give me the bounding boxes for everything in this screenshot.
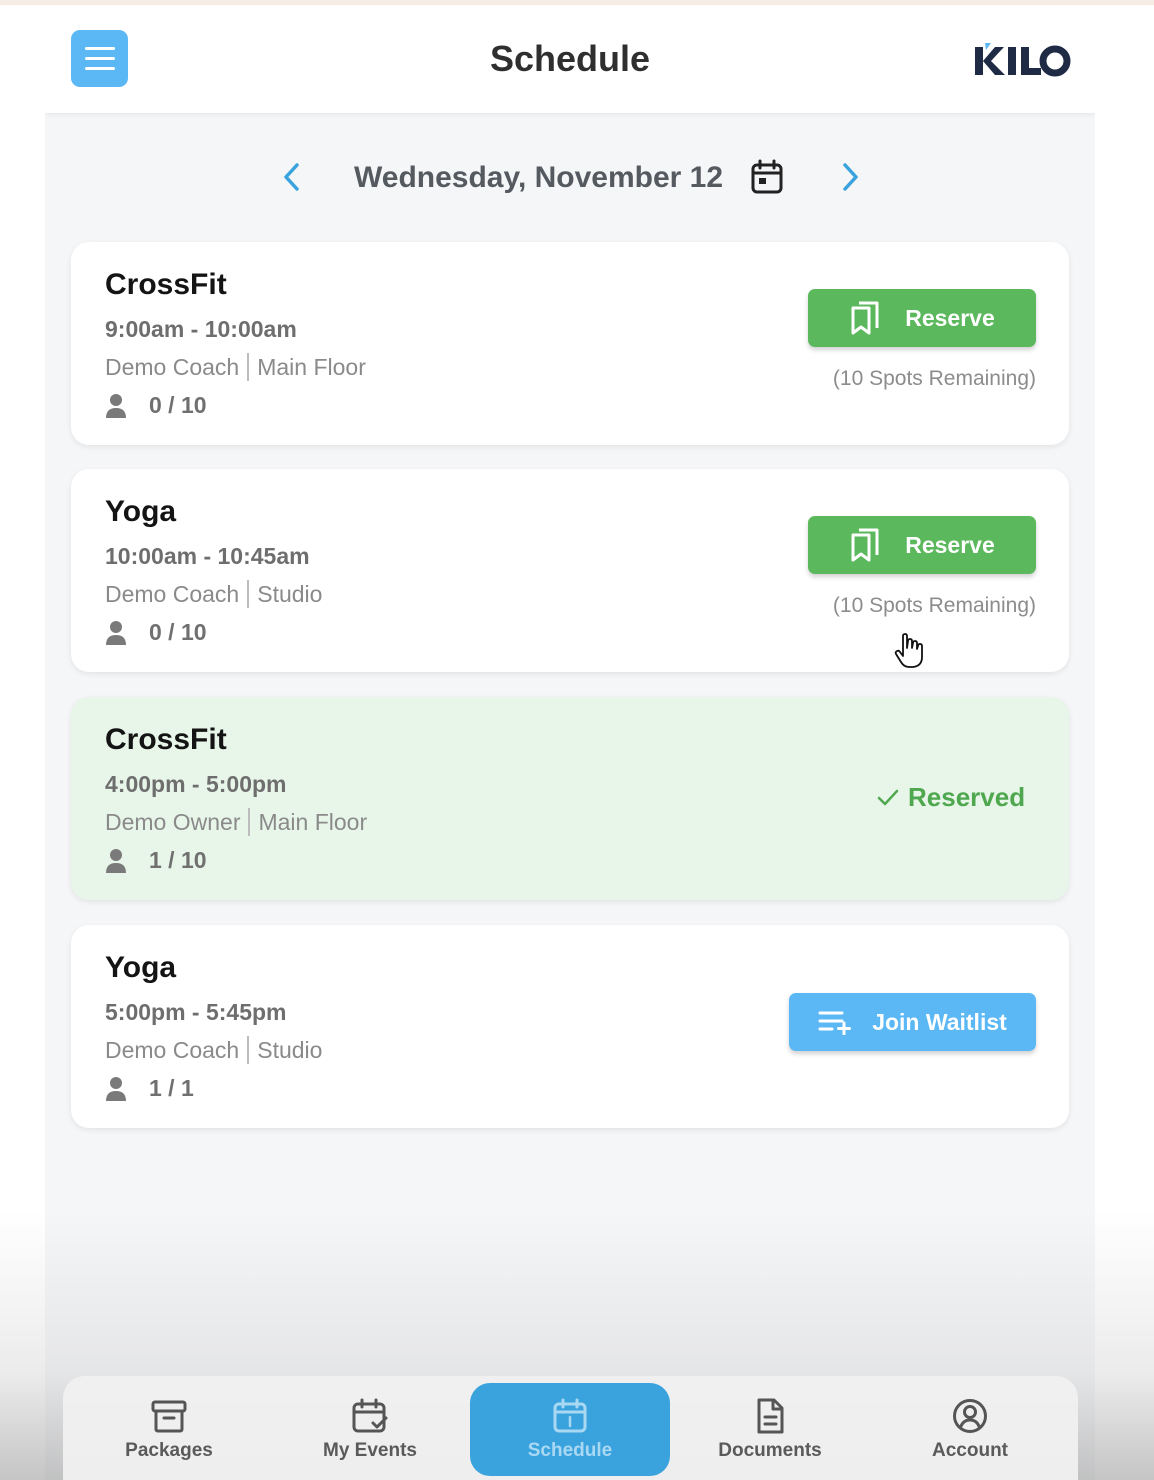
tab-account[interactable]: Account <box>870 1383 1070 1476</box>
class-card-reserved[interactable]: CrossFit 4:00pm - 5:00pm Demo Owner Main … <box>71 697 1069 900</box>
attendance-value: 0 / 10 <box>149 619 207 645</box>
date-navigator: Wednesday, November 12 <box>45 153 1095 203</box>
class-location: Main Floor <box>258 809 368 835</box>
class-coach: Demo Coach <box>105 581 240 607</box>
divider <box>247 353 250 381</box>
app-header: Schedule <box>45 5 1095 113</box>
kilo-logo <box>973 41 1071 86</box>
tab-my-events[interactable]: My Events <box>270 1383 470 1476</box>
tab-label: Account <box>932 1439 1008 1461</box>
class-location: Main Floor <box>257 354 366 380</box>
attendance-value: 1 / 10 <box>149 847 207 873</box>
hand-cursor-icon <box>894 633 924 674</box>
class-coach-location: Demo Coach Studio <box>105 580 322 608</box>
next-day-button[interactable] <box>835 159 865 200</box>
user-circle-icon <box>953 1398 987 1433</box>
tab-label: Packages <box>125 1439 213 1461</box>
reserve-button[interactable]: Reserve <box>808 289 1036 347</box>
class-time: 10:00am - 10:45am <box>105 543 310 569</box>
class-time: 9:00am - 10:00am <box>105 316 297 342</box>
class-coach-location: Demo Coach Main Floor <box>105 353 366 381</box>
divider <box>248 808 251 836</box>
playlist-add-icon <box>818 1011 852 1035</box>
spots-remaining: (10 Spots Remaining) <box>832 367 1036 390</box>
check-icon <box>877 789 899 805</box>
tab-label: Schedule <box>527 1439 613 1461</box>
bookmark-icon <box>851 528 879 562</box>
divider <box>247 1036 250 1064</box>
tab-packages[interactable]: Packages <box>69 1383 269 1476</box>
person-icon <box>106 393 126 418</box>
chevron-left-icon <box>284 163 299 191</box>
class-coach: Demo Coach <box>105 354 240 380</box>
class-time: 5:00pm - 5:45pm <box>105 999 287 1025</box>
person-icon <box>106 1076 126 1101</box>
attendance-count: 0 / 10 <box>105 619 207 646</box>
bottom-tab-bar: Packages My Events Schedule Documents Ac… <box>63 1376 1078 1480</box>
person-icon <box>106 848 126 873</box>
class-location: Studio <box>257 1037 323 1063</box>
attendance-count: 0 / 10 <box>105 392 207 419</box>
calendar-check-icon <box>352 1398 388 1432</box>
class-title: Yoga <box>105 495 177 528</box>
class-coach: Demo Coach <box>105 1037 240 1063</box>
class-title: CrossFit <box>105 268 227 301</box>
reserve-button[interactable]: Reserve <box>808 516 1036 574</box>
reserve-label: Reserve <box>905 531 995 558</box>
reserved-status[interactable]: Reserved <box>876 782 1025 813</box>
class-time: 4:00pm - 5:00pm <box>105 771 287 797</box>
archive-box-icon <box>151 1400 187 1432</box>
class-coach-location: Demo Coach Studio <box>105 1036 322 1064</box>
page-title: Schedule <box>489 38 651 79</box>
class-card[interactable]: CrossFit 9:00am - 10:00am Demo Coach Main… <box>71 242 1069 445</box>
document-icon <box>757 1398 784 1433</box>
reserved-label: Reserved <box>908 782 1026 812</box>
calendar-icon <box>751 159 783 194</box>
class-coach: Demo Owner <box>105 809 241 835</box>
join-waitlist-button[interactable]: Join Waitlist <box>789 993 1036 1051</box>
attendance-value: 0 / 10 <box>149 392 207 418</box>
current-date: Wednesday, November 12 <box>354 161 724 194</box>
join-waitlist-label: Join Waitlist <box>872 1008 1007 1035</box>
bookmark-icon <box>851 301 879 335</box>
tab-label: My Events <box>323 1439 417 1461</box>
class-coach-location: Demo Owner Main Floor <box>105 808 367 836</box>
tab-schedule[interactable]: Schedule <box>470 1383 670 1476</box>
attendance-value: 1 / 1 <box>149 1075 194 1101</box>
calendar-picker-button[interactable] <box>750 159 784 200</box>
class-title: CrossFit <box>105 723 227 756</box>
class-card[interactable]: Yoga 5:00pm - 5:45pm Demo Coach Studio 1 … <box>71 925 1069 1128</box>
reserve-label: Reserve <box>905 304 995 331</box>
class-location: Studio <box>257 581 323 607</box>
previous-day-button[interactable] <box>277 159 307 200</box>
app-screen: Schedule Wednesday, November 12 CrossFit… <box>45 5 1095 1480</box>
tab-label: Documents <box>718 1439 822 1461</box>
calendar-day-icon <box>553 1398 587 1432</box>
person-icon <box>106 620 126 645</box>
attendance-count: 1 / 1 <box>105 1075 194 1102</box>
attendance-count: 1 / 10 <box>105 847 207 874</box>
chevron-right-icon <box>843 163 858 191</box>
class-title: Yoga <box>105 951 177 984</box>
spots-remaining: (10 Spots Remaining) <box>832 594 1036 617</box>
tab-documents[interactable]: Documents <box>670 1383 870 1476</box>
divider <box>247 580 250 608</box>
